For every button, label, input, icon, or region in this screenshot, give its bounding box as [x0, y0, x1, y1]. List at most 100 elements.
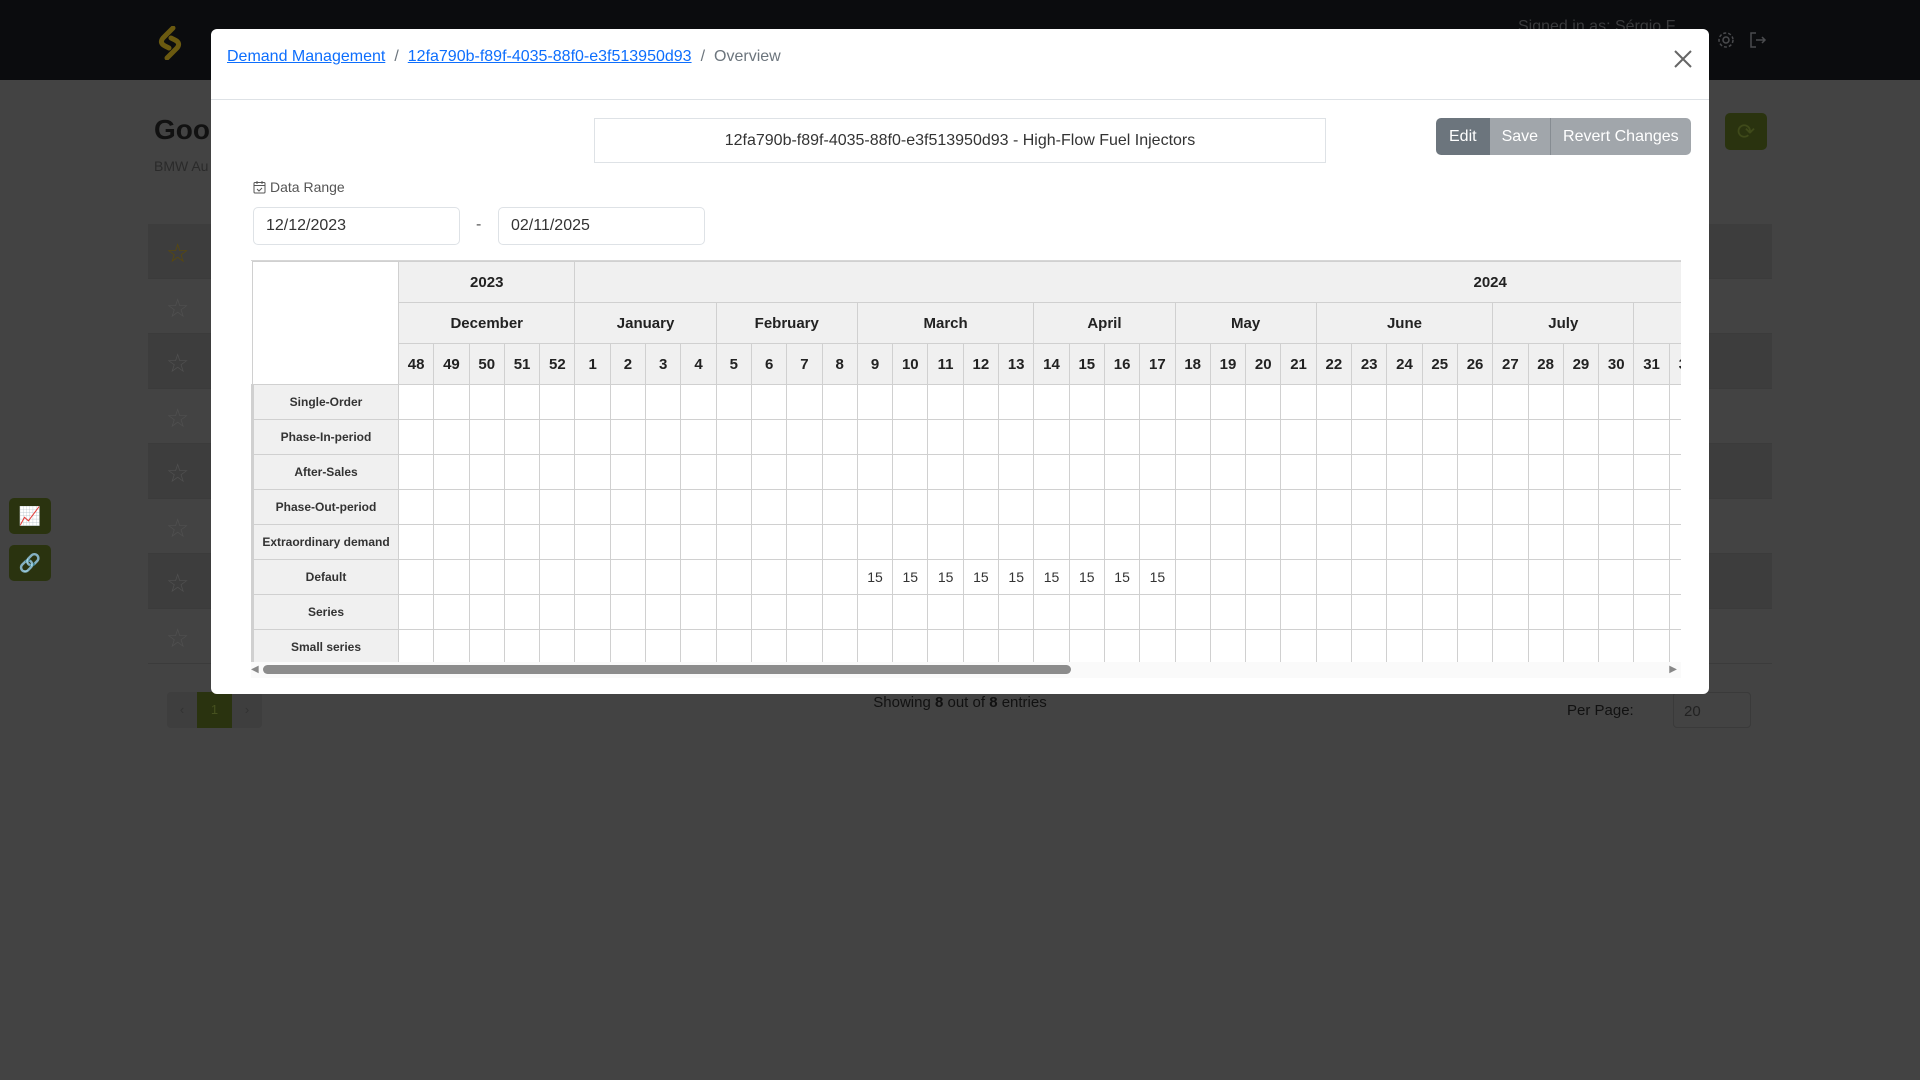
demand-cell[interactable]	[539, 489, 576, 525]
demand-cell[interactable]	[1456, 384, 1494, 420]
demand-cell[interactable]	[821, 559, 858, 595]
demand-cell[interactable]	[1633, 524, 1670, 560]
demand-cell[interactable]	[645, 454, 682, 490]
demand-cell[interactable]	[750, 559, 788, 595]
demand-cell[interactable]	[539, 594, 576, 630]
demand-cell[interactable]	[1174, 384, 1211, 420]
chart-button[interactable]: 📈	[9, 498, 51, 534]
demand-cell[interactable]	[645, 419, 682, 455]
demand-cell[interactable]	[397, 489, 435, 525]
demand-cell[interactable]	[468, 419, 505, 455]
demand-cell[interactable]	[998, 524, 1035, 560]
demand-cell[interactable]	[1386, 524, 1423, 560]
scrollbar-thumb[interactable]	[263, 665, 1071, 674]
demand-cell[interactable]	[539, 454, 576, 490]
demand-cell[interactable]	[609, 629, 647, 662]
demand-cell[interactable]	[1527, 594, 1564, 630]
demand-cell[interactable]	[1174, 629, 1211, 662]
demand-cell[interactable]	[786, 454, 823, 490]
demand-cell[interactable]	[1492, 384, 1529, 420]
demand-cell[interactable]	[433, 594, 470, 630]
demand-cell[interactable]	[1633, 629, 1670, 662]
demand-cell[interactable]	[856, 454, 894, 490]
demand-cell[interactable]: 15	[856, 559, 894, 595]
demand-cell[interactable]	[1421, 419, 1458, 455]
gear-icon[interactable]	[1716, 30, 1736, 50]
demand-cell[interactable]	[397, 419, 435, 455]
demand-cell[interactable]	[786, 384, 823, 420]
demand-cell[interactable]	[468, 594, 505, 630]
demand-cell[interactable]	[1456, 419, 1494, 455]
demand-cell[interactable]	[539, 384, 576, 420]
demand-cell[interactable]	[1139, 384, 1176, 420]
demand-cell[interactable]	[1280, 454, 1317, 490]
demand-cell[interactable]	[1527, 384, 1564, 420]
demand-cell[interactable]	[1351, 454, 1388, 490]
demand-cell[interactable]	[821, 524, 858, 560]
demand-cell[interactable]	[503, 454, 541, 490]
demand-cell[interactable]	[574, 524, 611, 560]
demand-cell[interactable]	[1386, 419, 1423, 455]
demand-cell[interactable]	[1245, 419, 1282, 455]
demand-cell[interactable]	[1456, 524, 1494, 560]
demand-cell[interactable]	[645, 559, 682, 595]
demand-cell[interactable]	[821, 594, 858, 630]
favorite-star-icon[interactable]: ☆	[166, 458, 189, 489]
demand-cell[interactable]	[1421, 454, 1458, 490]
demand-cell[interactable]	[1492, 594, 1529, 630]
demand-cell[interactable]	[1456, 594, 1494, 630]
demand-cell[interactable]	[1139, 419, 1176, 455]
demand-cell[interactable]	[645, 384, 682, 420]
demand-cell[interactable]	[1174, 524, 1211, 560]
revert-changes-button[interactable]: Revert Changes	[1551, 118, 1691, 155]
demand-cell[interactable]	[1668, 524, 1681, 560]
demand-cell[interactable]	[1103, 524, 1141, 560]
demand-cell[interactable]	[1174, 489, 1211, 525]
demand-cell[interactable]	[1103, 489, 1141, 525]
demand-cell[interactable]	[856, 384, 894, 420]
demand-cell[interactable]	[1421, 629, 1458, 662]
demand-cell[interactable]	[609, 454, 647, 490]
demand-cell[interactable]	[1386, 384, 1423, 420]
demand-cell[interactable]	[503, 559, 541, 595]
demand-cell[interactable]	[1103, 419, 1141, 455]
demand-cell[interactable]	[397, 454, 435, 490]
close-icon[interactable]	[1671, 47, 1695, 71]
demand-cell[interactable]	[786, 594, 823, 630]
demand-cell[interactable]	[750, 489, 788, 525]
demand-cell[interactable]	[1351, 384, 1388, 420]
demand-cell[interactable]	[715, 419, 752, 455]
demand-cell[interactable]	[574, 454, 611, 490]
demand-cell[interactable]	[821, 629, 858, 662]
demand-cell[interactable]	[1421, 489, 1458, 525]
favorite-star-icon[interactable]: ☆	[166, 403, 189, 434]
demand-cell[interactable]	[1351, 629, 1388, 662]
edit-button[interactable]: Edit	[1436, 118, 1490, 155]
demand-cell[interactable]	[892, 524, 929, 560]
demand-cell[interactable]	[397, 524, 435, 560]
demand-cell[interactable]	[1633, 454, 1670, 490]
logo-icon[interactable]	[155, 26, 185, 60]
demand-cell[interactable]	[1562, 454, 1600, 490]
demand-cell[interactable]	[750, 524, 788, 560]
demand-cell[interactable]	[1174, 559, 1211, 595]
demand-cell[interactable]	[1174, 454, 1211, 490]
demand-cell[interactable]	[1456, 629, 1494, 662]
demand-cell[interactable]	[1280, 419, 1317, 455]
demand-cell[interactable]	[856, 629, 894, 662]
demand-cell[interactable]	[574, 489, 611, 525]
demand-cell[interactable]	[1527, 524, 1564, 560]
demand-cell[interactable]	[1562, 629, 1600, 662]
demand-cell[interactable]	[1033, 524, 1070, 560]
demand-cell[interactable]	[645, 524, 682, 560]
demand-cell[interactable]	[786, 629, 823, 662]
demand-cell[interactable]	[1315, 489, 1353, 525]
demand-cell[interactable]	[927, 454, 964, 490]
demand-cell[interactable]	[715, 489, 752, 525]
demand-cell[interactable]	[1633, 419, 1670, 455]
demand-cell[interactable]	[433, 419, 470, 455]
demand-cell[interactable]	[468, 384, 505, 420]
demand-cell[interactable]	[468, 489, 505, 525]
demand-cell[interactable]	[1668, 489, 1681, 525]
demand-cell[interactable]	[750, 629, 788, 662]
